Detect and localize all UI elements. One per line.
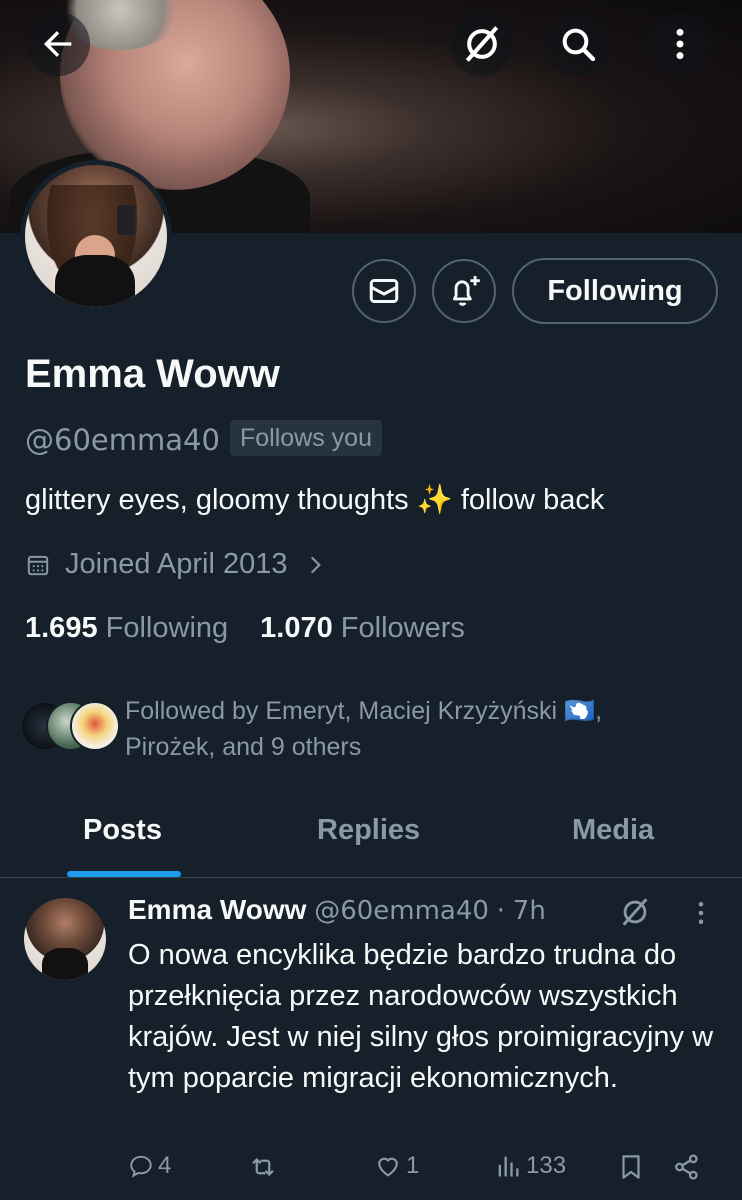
- post-author-name[interactable]: Emma Woww: [128, 894, 306, 925]
- bookmark-icon: [622, 1155, 640, 1179]
- tab-media[interactable]: Media: [572, 814, 654, 847]
- followed-by-line-2: Pirożek, and 9 others: [125, 733, 362, 761]
- search-icon: [562, 28, 596, 62]
- back-button[interactable]: [26, 12, 90, 76]
- followers-stat[interactable]: 1.070 Followers: [260, 612, 465, 645]
- repost-icon: [252, 1157, 274, 1177]
- search-button[interactable]: [546, 12, 610, 76]
- tab-posts[interactable]: Posts: [83, 814, 162, 847]
- avatar-phone: [117, 205, 135, 235]
- like-button[interactable]: 1: [374, 1152, 419, 1180]
- profile-bio: glittery eyes, gloomy thoughts ✨ follow …: [25, 484, 605, 516]
- post-author-handle[interactable]: @60emma40: [314, 896, 489, 926]
- views-button[interactable]: 133: [494, 1152, 566, 1180]
- avatar-body: [55, 255, 135, 307]
- more-button[interactable]: [648, 12, 712, 76]
- following-label: Following: [105, 612, 229, 644]
- view-count: 133: [526, 1152, 567, 1179]
- followers-label: Followers: [340, 612, 465, 644]
- bell-plus-icon: [453, 275, 480, 306]
- post-grok-icon[interactable]: [618, 895, 652, 929]
- notifications-button[interactable]: [432, 259, 496, 323]
- share-button[interactable]: [672, 1152, 706, 1182]
- post-actions: 4 1 133: [128, 1152, 708, 1192]
- followed-by-text[interactable]: Followed by Emeryt, Maciej Krzyżyński 🇦🇶…: [125, 693, 725, 765]
- back-arrow-icon: [44, 31, 72, 57]
- grok-icon: [465, 26, 499, 62]
- repost-button[interactable]: [248, 1152, 282, 1182]
- bookmark-button[interactable]: [616, 1152, 650, 1182]
- followed-by-line-1: Followed by Emeryt, Maciej Krzyżyński 🇦🇶…: [125, 697, 603, 725]
- following-stat[interactable]: 1.695 Following: [25, 612, 228, 645]
- post-time[interactable]: 7h: [513, 896, 546, 926]
- grok-button[interactable]: [450, 12, 514, 76]
- reply-button[interactable]: 4: [128, 1152, 171, 1180]
- reply-count: 4: [158, 1152, 172, 1179]
- views-bar-chart-icon: [498, 1156, 519, 1177]
- chevron-right-icon: [310, 556, 321, 573]
- message-button[interactable]: [352, 259, 416, 323]
- joined-text: Joined April 2013: [65, 548, 288, 580]
- more-vertical-icon: [676, 28, 684, 60]
- follows-you-badge: Follows you: [230, 420, 382, 456]
- profile-stats: 1.695 Following 1.070 Followers: [25, 612, 465, 645]
- profile-avatar[interactable]: [20, 160, 172, 312]
- following-count: 1.695: [25, 612, 98, 644]
- share-icon: [675, 1154, 698, 1180]
- calendar-icon: [27, 555, 49, 575]
- profile-name: Emma Woww: [25, 352, 280, 396]
- follower-avatar-3: [70, 701, 120, 751]
- like-count: 1: [406, 1152, 420, 1179]
- post-more-icon[interactable]: [686, 898, 716, 928]
- post-author-avatar[interactable]: [24, 898, 106, 980]
- active-tab-indicator: [67, 871, 181, 877]
- profile-handle: @60emma40: [25, 423, 220, 457]
- post-avatar-body: [42, 948, 88, 980]
- post-header: Emma Woww @60emma40 · 7h: [128, 894, 546, 926]
- envelope-icon: [369, 279, 399, 303]
- post-separator: ·: [496, 896, 505, 926]
- followers-count: 1.070: [260, 612, 333, 644]
- post-text: O nowa encyklika będzie bardzo trudna do…: [128, 939, 714, 1094]
- tab-replies[interactable]: Replies: [317, 814, 420, 847]
- joined-date[interactable]: Joined April 2013: [25, 548, 328, 581]
- heart-icon: [378, 1157, 398, 1177]
- following-button[interactable]: Following: [512, 258, 718, 324]
- reply-icon: [130, 1155, 152, 1178]
- profile-tabs: Posts Replies Media: [0, 790, 742, 878]
